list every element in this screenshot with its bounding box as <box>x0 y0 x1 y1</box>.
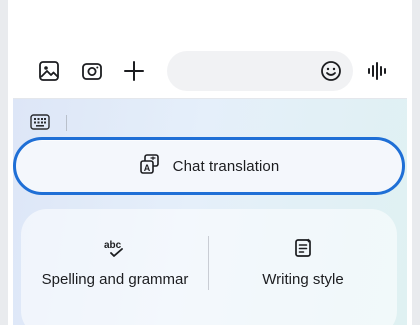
spelling-grammar-button[interactable]: abc Spelling and grammar <box>21 209 209 317</box>
message-composer <box>13 40 407 98</box>
translate-icon: A <box>139 153 161 180</box>
divider <box>66 115 67 131</box>
ai-assist-panel: A Chat translation abc Spelling and gram… <box>13 98 407 325</box>
voice-input-icon[interactable] <box>362 55 394 87</box>
screen: A Chat translation abc Spelling and gram… <box>13 0 407 325</box>
writing-style-label: Writing style <box>262 271 344 288</box>
plus-icon[interactable] <box>118 55 150 87</box>
writing-tools-card: abc Spelling and grammar Writing style <box>21 209 397 325</box>
chat-translation-button[interactable]: A Chat translation <box>13 137 405 195</box>
svg-text:A: A <box>143 163 150 173</box>
chat-translation-label: Chat translation <box>172 157 280 175</box>
spelling-grammar-label: Spelling and grammar <box>41 271 189 288</box>
writing-style-button[interactable]: Writing style <box>209 209 397 317</box>
svg-text:abc: abc <box>104 240 122 251</box>
message-input[interactable] <box>167 51 353 91</box>
gallery-icon[interactable] <box>33 55 65 87</box>
spell-check-icon: abc <box>103 238 127 263</box>
keyboard-icon[interactable] <box>28 112 52 132</box>
writing-style-icon <box>293 238 313 263</box>
emoji-icon[interactable] <box>317 57 345 85</box>
page: A Chat translation abc Spelling and gram… <box>0 0 420 325</box>
camera-icon[interactable] <box>76 55 108 87</box>
